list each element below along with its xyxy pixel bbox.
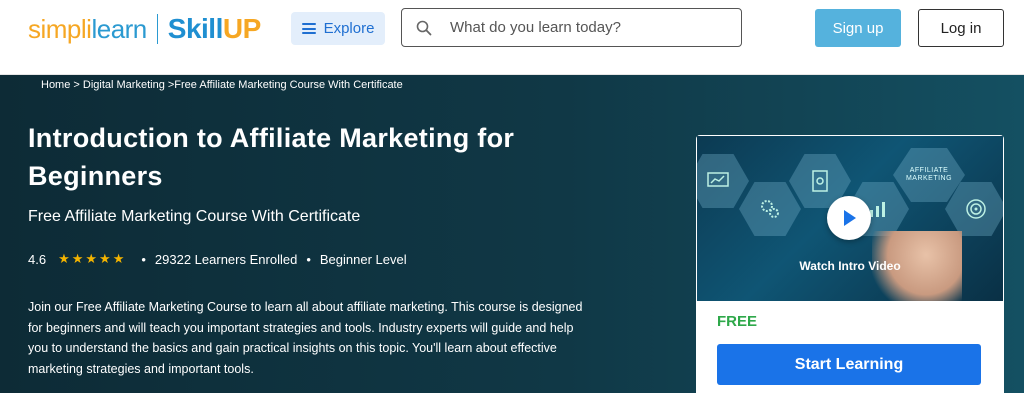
logo-text-up: UP: [222, 13, 261, 44]
course-hero: Home > Digital Marketing >Free Affiliate…: [0, 75, 1024, 393]
logo-text-simpli: simpli: [28, 13, 92, 44]
watch-intro-video-label[interactable]: Watch Intro Video: [697, 259, 1003, 273]
meta-separator: •: [306, 251, 311, 267]
search-icon: [416, 20, 432, 35]
intro-video-thumbnail[interactable]: AFFILIATE MARKETING Watch Intro Video: [697, 136, 1003, 301]
simplilearn-skillup-logo[interactable]: simpli learn Skill UP: [28, 12, 261, 46]
star-icon: ★: [85, 251, 98, 266]
hamburger-icon: [301, 23, 316, 34]
learners-enrolled: 29322 Learners Enrolled: [154, 251, 298, 267]
rating-stars: ★ ★ ★ ★ ★: [58, 251, 124, 267]
gears-hex-icon: [739, 182, 801, 236]
search-input[interactable]: [448, 18, 722, 37]
search-bar[interactable]: [401, 8, 742, 47]
site-header: simplilearn SkillUP Explore Sign up Log …: [0, 0, 1024, 75]
rating-value: 4.6: [28, 251, 47, 267]
explore-label: Explore: [323, 20, 375, 37]
course-meta: 4.6 ★ ★ ★ ★ ★ • 29322 Learners Enrolled …: [28, 251, 407, 267]
play-icon: [844, 210, 856, 226]
star-icon: ★: [99, 251, 111, 266]
logo-divider: [156, 14, 158, 44]
star-icon: ★: [112, 251, 125, 266]
logo-text-learn: learn: [91, 13, 147, 44]
course-title: Introduction to Affiliate Marketing for …: [28, 123, 515, 191]
play-button[interactable]: [827, 196, 871, 240]
signup-button[interactable]: Sign up: [815, 9, 901, 47]
breadcrumb-current: Free Affiliate Marketing Course With Cer…: [174, 79, 403, 91]
explore-button[interactable]: Explore: [291, 12, 385, 45]
breadcrumb-home[interactable]: Home: [41, 79, 70, 91]
analytics-hex-icon: [697, 154, 749, 208]
course-description: Join our Free Affiliate Marketing Course…: [28, 300, 583, 376]
login-button[interactable]: Log in: [918, 9, 1004, 47]
breadcrumb-separator: >: [70, 79, 83, 91]
meta-separator: •: [141, 251, 146, 267]
breadcrumb-separator: >: [164, 79, 175, 91]
breadcrumb: Home > Digital Marketing >Free Affiliate…: [41, 79, 403, 91]
start-learning-button[interactable]: Start Learning: [717, 344, 981, 385]
price-free-label: FREE: [717, 313, 758, 330]
course-card: AFFILIATE MARKETING Watch Intro Video FR…: [696, 135, 1004, 393]
course-subtitle: Free Affiliate Marketing Course With Cer…: [28, 208, 361, 225]
hex-affiliate-marketing-text: AFFILIATE MARKETING: [905, 167, 953, 182]
star-icon: ★: [71, 251, 84, 266]
logo-text-skill: Skill: [167, 13, 224, 44]
course-level: Beginner Level: [319, 251, 407, 267]
breadcrumb-digital-marketing[interactable]: Digital Marketing: [83, 79, 165, 91]
star-icon: ★: [58, 251, 70, 266]
